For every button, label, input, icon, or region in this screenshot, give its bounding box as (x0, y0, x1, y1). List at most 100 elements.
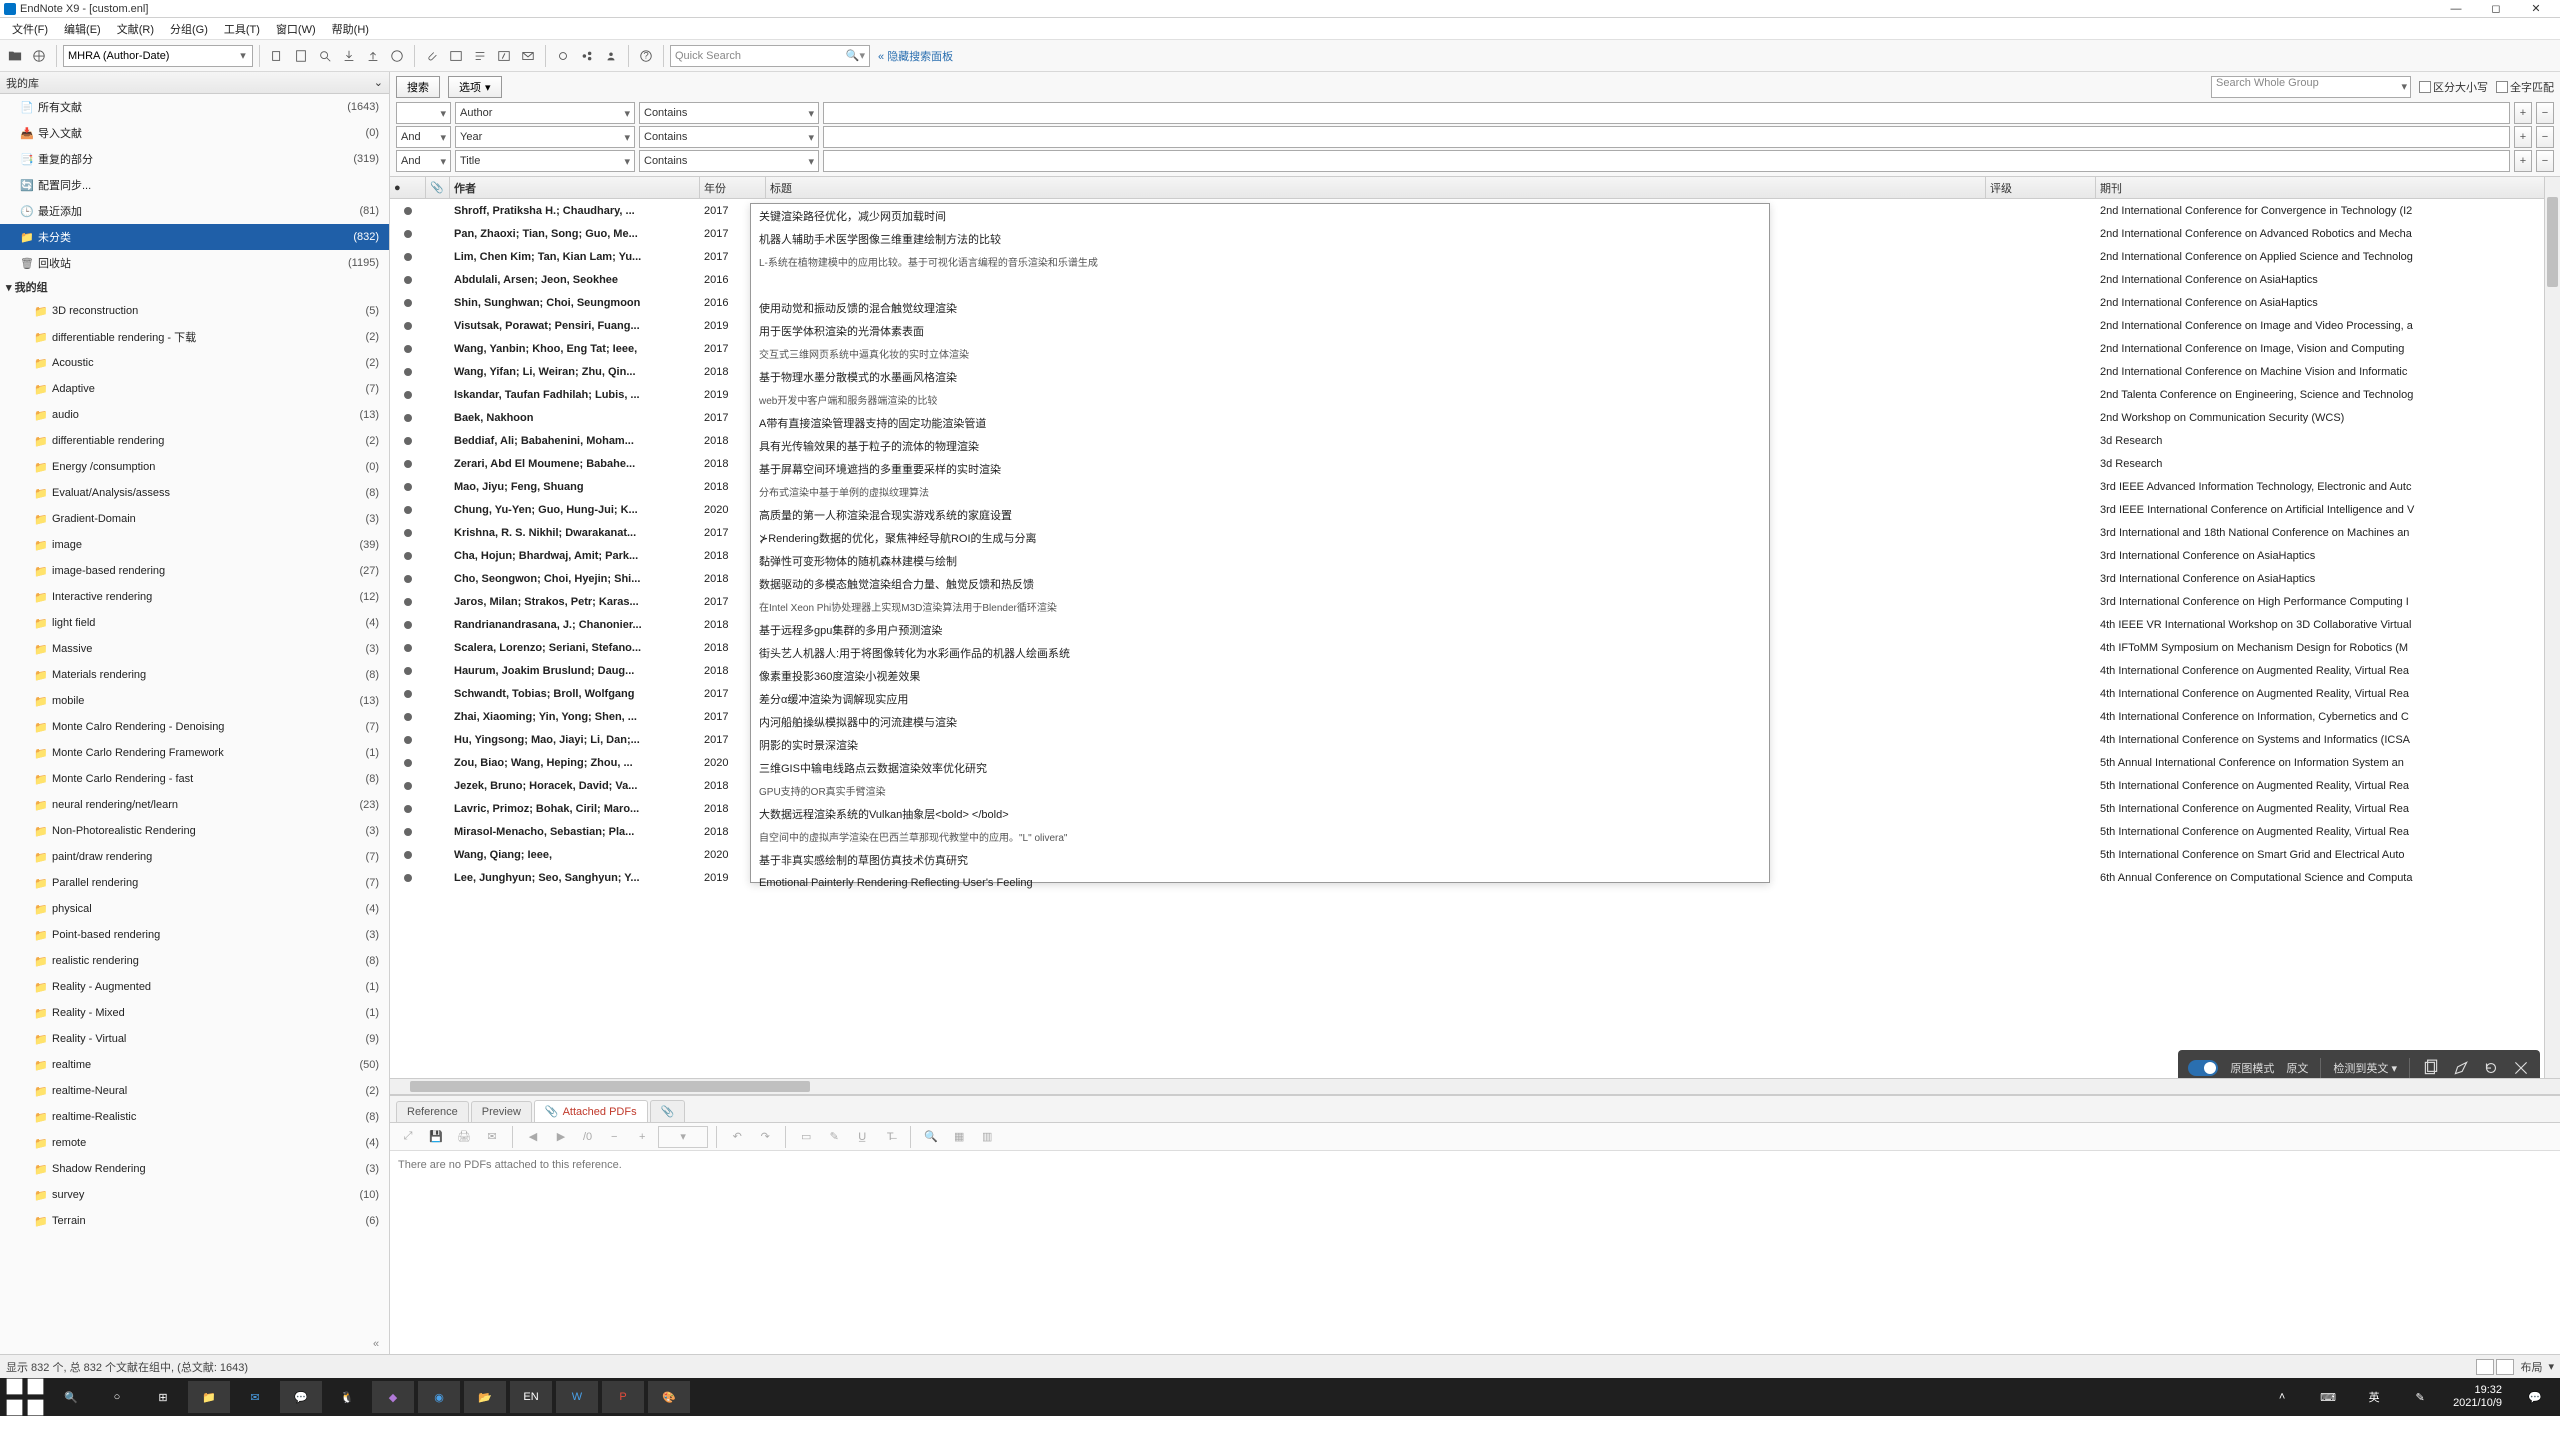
online-search-icon[interactable] (314, 45, 336, 67)
whole-word-checkbox[interactable]: 全字匹配 (2496, 79, 2554, 95)
next-page-icon[interactable]: ▶ (549, 1126, 573, 1148)
goto-word-icon[interactable] (493, 45, 515, 67)
horizontal-scrollbar[interactable] (390, 1078, 2560, 1094)
col-read[interactable]: ● (390, 177, 426, 198)
ime-icon[interactable]: 英 (2353, 1381, 2395, 1413)
col-year[interactable]: 年份 (700, 177, 766, 198)
sidebar-item[interactable]: 📁未分类(832) (0, 224, 389, 250)
options-button[interactable]: 选项▾ (448, 76, 502, 98)
bool-select[interactable]: And▾ (396, 126, 451, 148)
sidebar-group-item[interactable]: 📁image-based rendering(27) (0, 558, 389, 584)
notifications-icon[interactable]: 💬 (2514, 1381, 2556, 1413)
col-author[interactable]: 作者 (450, 177, 700, 198)
op-select[interactable]: Contains▾ (639, 102, 819, 124)
menu-tools[interactable]: 工具(T) (216, 19, 268, 39)
remove-row-button[interactable]: − (2536, 150, 2554, 172)
detect-label[interactable]: 检测到英文 ▾ (2333, 1060, 2397, 1076)
match-case-checkbox[interactable]: 区分大小写 (2419, 79, 2488, 95)
col-attach[interactable]: 📎 (426, 177, 450, 198)
tray-up-icon[interactable]: ˄ (2261, 1381, 2303, 1413)
mode-label[interactable]: 原图模式 (2230, 1060, 2274, 1076)
folder-icon[interactable]: 📂 (464, 1381, 506, 1413)
groups-header[interactable]: ▾ 我的组 (0, 276, 389, 298)
original-label[interactable]: 原文 (2286, 1060, 2308, 1076)
sidebar-group-item[interactable]: 📁Reality - Virtual(9) (0, 1026, 389, 1052)
underline-icon[interactable]: U̲ (850, 1126, 874, 1148)
layout-label[interactable]: 布局 (2520, 1359, 2542, 1375)
criteria-input[interactable] (823, 150, 2510, 172)
hide-search-toggle[interactable]: « 隐藏搜索面板 (872, 48, 959, 64)
style-selector[interactable]: MHRA (Author-Date) ▾ (63, 45, 253, 67)
edit-icon[interactable] (2452, 1059, 2470, 1077)
add-row-button[interactable]: + (2514, 150, 2532, 172)
vertical-scrollbar[interactable] (2544, 177, 2560, 1094)
attach-icon[interactable] (421, 45, 443, 67)
sidebar-group-item[interactable]: 📁realtime(50) (0, 1052, 389, 1078)
endnote-icon[interactable]: EN (510, 1381, 552, 1413)
chat-icon[interactable]: 💬 (280, 1381, 322, 1413)
find-icon[interactable]: 🔍 (919, 1126, 943, 1148)
sidebar-group-item[interactable]: 📁realtime-Realistic(8) (0, 1104, 389, 1130)
mail-icon[interactable]: ✉ (234, 1381, 276, 1413)
sidebar-group-item[interactable]: 📁Monte Carlo Rendering - fast(8) (0, 766, 389, 792)
folder-icon[interactable] (4, 45, 26, 67)
sidebar-group-item[interactable]: 📁physical(4) (0, 896, 389, 922)
quick-search[interactable]: Quick Search 🔍▾ (670, 45, 870, 67)
maximize-button[interactable]: ◻ (2476, 1, 2516, 17)
refresh-icon[interactable] (2482, 1059, 2500, 1077)
share-icon[interactable] (576, 45, 598, 67)
layout-btn-1[interactable] (2476, 1359, 2494, 1375)
sidebar-item[interactable]: 🔄配置同步... (0, 172, 389, 198)
sidebar-group-item[interactable]: 📁Energy /consumption(0) (0, 454, 389, 480)
globe-icon[interactable] (28, 45, 50, 67)
menu-groups[interactable]: 分组(G) (162, 19, 216, 39)
col-rating[interactable]: 评级 (1986, 177, 2096, 198)
print-icon[interactable]: 🖨 (452, 1126, 476, 1148)
email-pdf-icon[interactable]: ✉ (480, 1126, 504, 1148)
cortana-icon[interactable]: ○ (96, 1381, 138, 1413)
rotate-left-icon[interactable]: ↶ (725, 1126, 749, 1148)
op-select[interactable]: Contains▾ (639, 126, 819, 148)
col-title[interactable]: 标题 (766, 177, 1986, 198)
fulltext-icon[interactable] (386, 45, 408, 67)
pdf-icon[interactable]: P (602, 1381, 644, 1413)
search-scope-select[interactable]: Search Whole Group ▾ (2211, 76, 2411, 98)
sidebar-group-item[interactable]: 📁survey(10) (0, 1182, 389, 1208)
save-pdf-icon[interactable]: 💾 (424, 1126, 448, 1148)
sidebar-item[interactable]: 📑重复的部分(319) (0, 146, 389, 172)
sidebar-group-item[interactable]: 📁remote(4) (0, 1130, 389, 1156)
sidebar-group-item[interactable]: 📁Reality - Augmented(1) (0, 974, 389, 1000)
settings-icon[interactable]: ▥ (975, 1126, 999, 1148)
open-pdf-icon[interactable]: ⤢ (396, 1126, 420, 1148)
sidebar-group-item[interactable]: 📁Reality - Mixed(1) (0, 1000, 389, 1026)
highlight-icon[interactable]: ✎ (822, 1126, 846, 1148)
word-icon[interactable]: W (556, 1381, 598, 1413)
menu-help[interactable]: 帮助(H) (324, 19, 377, 39)
paint-icon[interactable]: 🎨 (648, 1381, 690, 1413)
menu-edit[interactable]: 编辑(E) (56, 19, 109, 39)
remove-row-button[interactable]: − (2536, 126, 2554, 148)
sidebar-group-item[interactable]: 📁audio(13) (0, 402, 389, 428)
translate-toggle[interactable] (2188, 1060, 2218, 1076)
sidebar-group-item[interactable]: 📁differentiable rendering - 下载(2) (0, 324, 389, 350)
help-icon[interactable]: ? (635, 45, 657, 67)
zoom-in-icon[interactable]: + (630, 1126, 654, 1148)
strikeout-icon[interactable]: T̶ (878, 1126, 902, 1148)
zoom-out-icon[interactable]: − (602, 1126, 626, 1148)
tab-add-attachment[interactable]: 📎 (650, 1100, 686, 1122)
sidebar-group-item[interactable]: 📁Acoustic(2) (0, 350, 389, 376)
sidebar-group-item[interactable]: 📁Adaptive(7) (0, 376, 389, 402)
copy-icon[interactable] (266, 45, 288, 67)
minimize-button[interactable]: — (2436, 1, 2476, 17)
panels-icon[interactable]: ▦ (947, 1126, 971, 1148)
criteria-input[interactable] (823, 102, 2510, 124)
criteria-input[interactable] (823, 126, 2510, 148)
note-icon[interactable]: ▭ (794, 1126, 818, 1148)
search-button[interactable]: 搜索 (396, 76, 440, 98)
field-select[interactable]: Author▾ (455, 102, 635, 124)
export-icon[interactable] (362, 45, 384, 67)
edge-icon[interactable]: ◉ (418, 1381, 460, 1413)
sidebar-group-item[interactable]: 📁Point-based rendering(3) (0, 922, 389, 948)
sidebar-group-item[interactable]: 📁Non-Photorealistic Rendering(3) (0, 818, 389, 844)
add-row-button[interactable]: + (2514, 126, 2532, 148)
